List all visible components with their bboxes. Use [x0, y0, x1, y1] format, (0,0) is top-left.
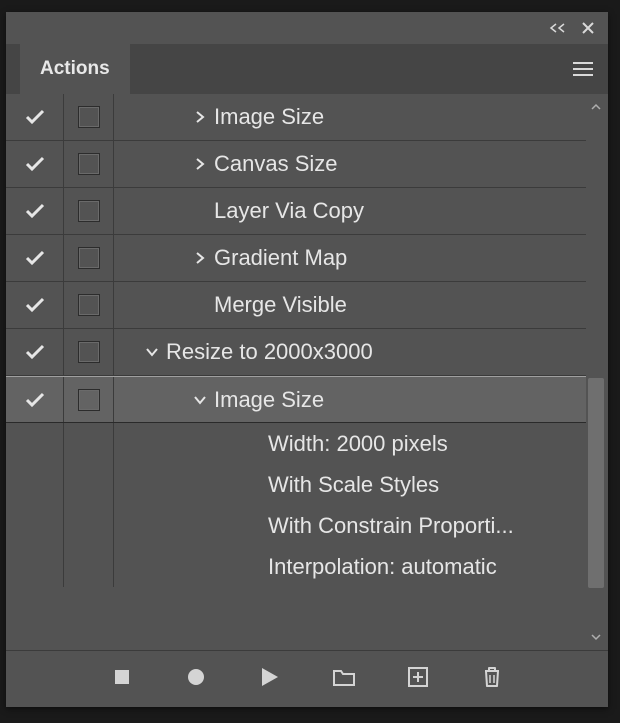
chevron-right-icon[interactable]	[186, 94, 214, 140]
dialog-toggle[interactable]	[64, 94, 114, 140]
dialog-box-icon	[78, 200, 100, 222]
dialog-toggle[interactable]	[64, 141, 114, 187]
enable-checkmark[interactable]	[6, 141, 64, 187]
action-label: Image Size	[214, 387, 586, 413]
dialog-toggle[interactable]	[64, 329, 114, 375]
record-button[interactable]	[180, 661, 212, 693]
collapse-button[interactable]	[544, 16, 572, 40]
tab-row: Actions	[6, 44, 608, 94]
tab-label: Actions	[40, 58, 110, 80]
detail-label: Interpolation: automatic	[268, 554, 586, 580]
chevron-right-icon[interactable]	[186, 141, 214, 187]
scrollbar[interactable]	[586, 98, 606, 646]
action-label: Layer Via Copy	[214, 198, 586, 224]
scroll-up-button[interactable]	[586, 98, 606, 116]
actions-list: Image Size Canvas Size Layer Via Copy Gradi…	[6, 94, 608, 650]
action-row[interactable]: Image Size	[6, 94, 586, 141]
new-set-button[interactable]	[328, 661, 360, 693]
detail-label: With Constrain Proporti...	[268, 513, 586, 539]
enable-checkmark[interactable]	[6, 188, 64, 234]
action-row[interactable]: Image Size	[6, 376, 586, 423]
chevron-down-icon[interactable]	[186, 377, 214, 422]
tab-actions[interactable]: Actions	[20, 44, 130, 94]
dialog-box-icon	[78, 294, 100, 316]
new-action-button[interactable]	[402, 661, 434, 693]
enable-checkmark[interactable]	[6, 235, 64, 281]
action-row[interactable]: Merge Visible	[6, 282, 586, 329]
actions-panel: Actions Image Size Canvas Size Layer Via C…	[6, 12, 608, 707]
panel-footer	[6, 650, 608, 703]
action-detail-row: With Constrain Proporti...	[6, 505, 586, 546]
play-button[interactable]	[254, 661, 286, 693]
action-detail-row: Width: 2000 pixels	[6, 423, 586, 464]
dialog-toggle[interactable]	[64, 282, 114, 328]
panel-topbar	[6, 12, 608, 44]
toggle-spacer	[186, 188, 214, 234]
action-detail-row: With Scale Styles	[6, 464, 586, 505]
dialog-box-icon	[78, 247, 100, 269]
action-label: Canvas Size	[214, 151, 586, 177]
detail-label: Width: 2000 pixels	[268, 431, 586, 457]
action-detail-row: Interpolation: automatic	[6, 546, 586, 587]
enable-checkmark[interactable]	[6, 282, 64, 328]
enable-checkmark[interactable]	[6, 94, 64, 140]
panel-menu-button[interactable]	[558, 44, 608, 94]
dialog-toggle[interactable]	[64, 235, 114, 281]
action-label: Merge Visible	[214, 292, 586, 318]
action-row[interactable]: Resize to 2000x3000	[6, 329, 586, 376]
action-label: Image Size	[214, 104, 586, 130]
dialog-box-icon	[78, 153, 100, 175]
dialog-toggle[interactable]	[64, 188, 114, 234]
enable-checkmark[interactable]	[6, 329, 64, 375]
delete-button[interactable]	[476, 661, 508, 693]
detail-label: With Scale Styles	[268, 472, 586, 498]
action-row[interactable]: Layer Via Copy	[6, 188, 586, 235]
close-button[interactable]	[574, 16, 602, 40]
dialog-box-icon	[78, 389, 100, 411]
toggle-spacer	[186, 282, 214, 328]
chevron-down-icon[interactable]	[138, 329, 166, 375]
action-label: Resize to 2000x3000	[166, 339, 586, 365]
dialog-box-icon	[78, 106, 100, 128]
action-row[interactable]: Canvas Size	[6, 141, 586, 188]
action-label: Gradient Map	[214, 245, 586, 271]
chevron-right-icon[interactable]	[186, 235, 214, 281]
dialog-toggle[interactable]	[64, 377, 114, 422]
scroll-down-button[interactable]	[586, 628, 606, 646]
scroll-thumb[interactable]	[588, 378, 604, 588]
stop-button[interactable]	[106, 661, 138, 693]
dialog-box-icon	[78, 341, 100, 363]
action-row[interactable]: Gradient Map	[6, 235, 586, 282]
enable-checkmark[interactable]	[6, 377, 64, 422]
